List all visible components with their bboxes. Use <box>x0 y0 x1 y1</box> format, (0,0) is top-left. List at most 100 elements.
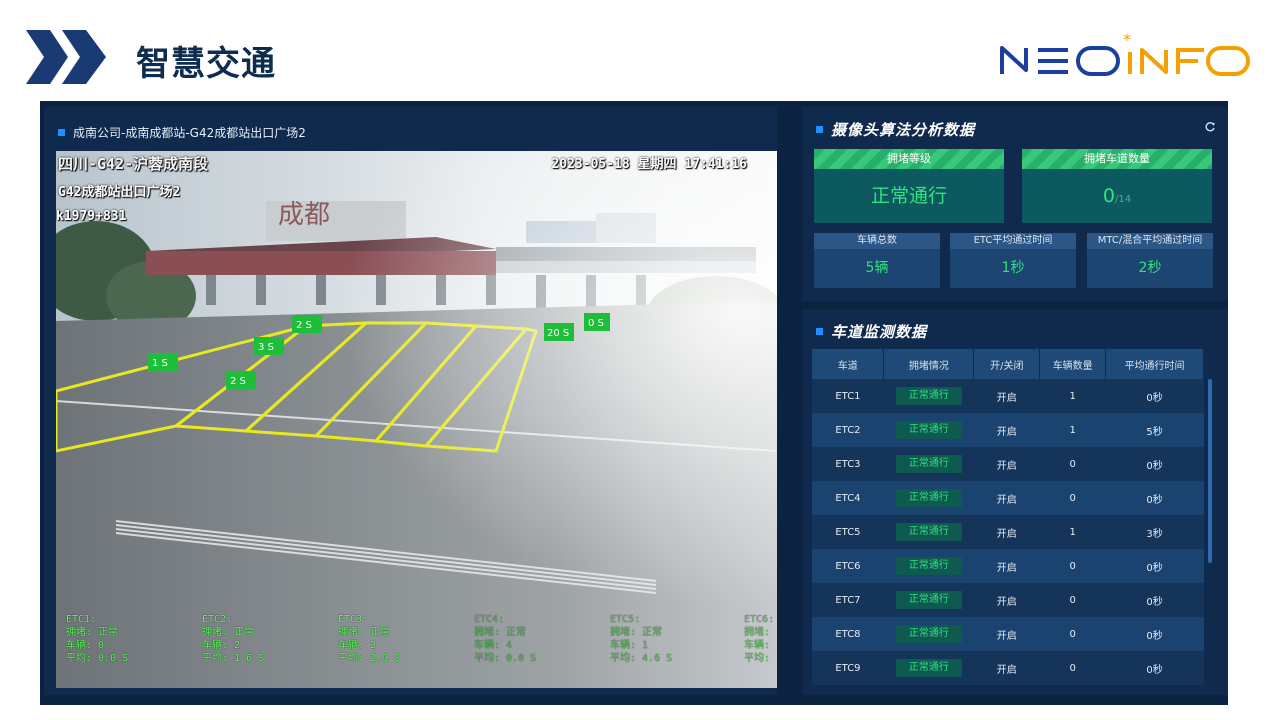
cell-avg: 0秒 <box>1105 583 1204 617</box>
status-badge: 正常通行 <box>895 591 962 609</box>
cell-open: 开启 <box>973 515 1040 549</box>
stat-avg: 平均: <box>744 653 771 664</box>
cell-open: 开启 <box>973 549 1040 583</box>
refresh-icon[interactable] <box>1204 121 1216 133</box>
status-badge: 正常通行 <box>895 625 962 643</box>
cell-open: 开启 <box>973 583 1040 617</box>
congestion-level-value: 正常通行 <box>870 185 947 207</box>
col-lane: 车道 <box>812 349 885 379</box>
status-badge: 正常通行 <box>895 523 962 541</box>
cell-open: 开启 <box>973 413 1040 447</box>
cell-count: 1 <box>1039 413 1106 447</box>
cell-lane: ETC5 <box>812 515 884 549</box>
status-badge: 正常通行 <box>895 387 962 405</box>
stat-lane: ETC5: <box>610 614 641 625</box>
congested-lanes-card: 拥堵车道数量 0/14 <box>1022 149 1212 223</box>
stat-jam: 拥堵: 正常 <box>610 627 663 638</box>
stat-jam: 拥堵: 正常 <box>66 627 119 638</box>
lane-stat-etc3: ETC3: 拥堵: 正常 车辆: 2 平均: 2.9 S <box>338 613 400 665</box>
cell-open: 开启 <box>973 481 1040 515</box>
table-scrollbar[interactable] <box>1208 379 1212 563</box>
col-count: 车辆数量 <box>1039 349 1107 379</box>
lane-panel-title-text: 车道监测数据 <box>831 323 928 341</box>
lane-tag-label: 2 S <box>296 320 312 331</box>
overlay-km: k1979+831 <box>56 209 127 224</box>
page-title: 智慧交通 <box>136 44 276 84</box>
video-panel: 成南公司-成南成都站-G42成都站出口广场2 2 S 3 S 1 S 2 S 2… <box>44 107 777 695</box>
cell-open: 开启 <box>973 617 1040 651</box>
stat-avg: 平均: 0.0 S <box>474 653 537 664</box>
cell-lane: ETC9 <box>812 651 884 685</box>
table-row[interactable]: ETC6 正常通行 开启 0 0秒 <box>812 549 1204 583</box>
etc-avg-value: 1秒 <box>950 249 1076 288</box>
video-caption-text: 成南公司-成南成都站-G42成都站出口广场2 <box>73 126 306 140</box>
lane-stat-etc2: ETC2: 拥堵: 正常 车辆: 2 平均: 1.6 S <box>202 613 264 665</box>
lane-stat-etc5: ETC5: 拥堵: 正常 车辆: 1 平均: 4.6 S <box>610 613 672 665</box>
col-status: 拥堵情况 <box>883 349 975 379</box>
lane-tag-label: 2 S <box>230 376 246 387</box>
col-open: 开/关闭 <box>973 349 1041 379</box>
table-row[interactable]: ETC2 正常通行 开启 1 5秒 <box>812 413 1204 447</box>
stat-lane: ETC2: <box>202 614 233 625</box>
stat-lane: ETC4: <box>474 614 505 625</box>
cell-lane: ETC3 <box>812 447 884 481</box>
status-badge: 正常通行 <box>895 455 962 473</box>
lane-tag-label: 0 S <box>588 318 604 329</box>
total-vehicles-value: 5辆 <box>814 249 940 288</box>
lane-stat-etc6: ETC6: 拥堵: 车辆: 平均: <box>744 613 774 665</box>
stat-avg: 平均: 2.9 S <box>338 653 401 664</box>
stat-lane: ETC3: <box>338 614 369 625</box>
bullet-square-icon <box>816 328 823 335</box>
stat-cars: 车辆: 0 <box>66 640 105 651</box>
cell-avg: 0秒 <box>1105 651 1204 685</box>
etc-avg-label: ETC平均通过时间 <box>950 233 1076 249</box>
cell-avg: 5秒 <box>1105 413 1204 447</box>
table-row[interactable]: ETC8 正常通行 开启 0 0秒 <box>812 617 1204 651</box>
status-badge: 正常通行 <box>895 421 962 439</box>
svg-text:*: * <box>1123 30 1131 49</box>
cell-lane: ETC4 <box>812 481 884 515</box>
mtc-avg-label: MTC/混合平均通过时间 <box>1087 233 1213 249</box>
double-chevron-icon <box>26 30 106 84</box>
stat-avg: 平均: 1.6 S <box>202 653 265 664</box>
table-row[interactable]: ETC3 正常通行 开启 0 0秒 <box>812 447 1204 481</box>
cell-count: 0 <box>1039 549 1106 583</box>
stat-cars: 车辆: 2 <box>338 640 377 651</box>
cell-lane: ETC2 <box>812 413 884 447</box>
cell-open: 开启 <box>973 447 1040 481</box>
camera-panel-title: 摄像头算法分析数据 <box>816 119 975 140</box>
cell-avg: 0秒 <box>1105 379 1204 413</box>
stat-avg: 平均: 0.0 S <box>66 653 129 664</box>
stat-lane: ETC1: <box>66 614 97 625</box>
cell-lane: ETC6 <box>812 549 884 583</box>
table-row[interactable]: ETC7 正常通行 开启 0 0秒 <box>812 583 1204 617</box>
cell-avg: 0秒 <box>1105 617 1204 651</box>
cell-count: 0 <box>1039 583 1106 617</box>
congested-lanes-total: /14 <box>1115 194 1132 205</box>
congestion-level-label: 拥堵等级 <box>814 149 1004 169</box>
table-row[interactable]: ETC1 正常通行 开启 1 0秒 <box>812 379 1204 413</box>
lane-stat-etc1: ETC1: 拥堵: 正常 车辆: 0 平均: 0.0 S <box>66 613 128 665</box>
cell-count: 0 <box>1039 447 1106 481</box>
total-vehicles-label: 车辆总数 <box>814 233 940 249</box>
stat-cars: 车辆: 4 <box>474 640 513 651</box>
table-row[interactable]: ETC9 正常通行 开启 0 0秒 <box>812 651 1204 685</box>
congested-lanes-value: 0 <box>1102 185 1115 207</box>
cell-count: 1 <box>1039 379 1106 413</box>
stat-jam: 拥堵: 正常 <box>338 627 391 638</box>
bullet-square-icon <box>58 129 65 136</box>
overlay-location: 四川-G42-沪蓉成南段 <box>58 155 209 173</box>
table-row[interactable]: ETC4 正常通行 开启 0 0秒 <box>812 481 1204 515</box>
stat-jam: 拥堵: 正常 <box>474 627 527 638</box>
cell-avg: 0秒 <box>1105 549 1204 583</box>
stat-jam: 拥堵: 正常 <box>202 627 255 638</box>
cell-avg: 3秒 <box>1105 515 1204 549</box>
camera-feed[interactable]: 成都 <box>56 151 777 688</box>
stat-lane: ETC6: <box>744 614 775 625</box>
camera-analysis-panel: 摄像头算法分析数据 拥堵等级 正常通行 拥堵车道数量 0/14 车辆总数 5辆 … <box>802 107 1228 301</box>
col-avg: 平均通行时间 <box>1105 349 1204 379</box>
stat-jam: 拥堵: <box>744 627 771 638</box>
lane-monitoring-panel: 车道监测数据 车道 拥堵情况 开/关闭 车辆数量 平均通行时间 ETC1 正常通… <box>802 309 1228 695</box>
table-row[interactable]: ETC5 正常通行 开启 1 3秒 <box>812 515 1204 549</box>
lane-table: 车道 拥堵情况 开/关闭 车辆数量 平均通行时间 ETC1 正常通行 开启 1 … <box>812 349 1204 685</box>
